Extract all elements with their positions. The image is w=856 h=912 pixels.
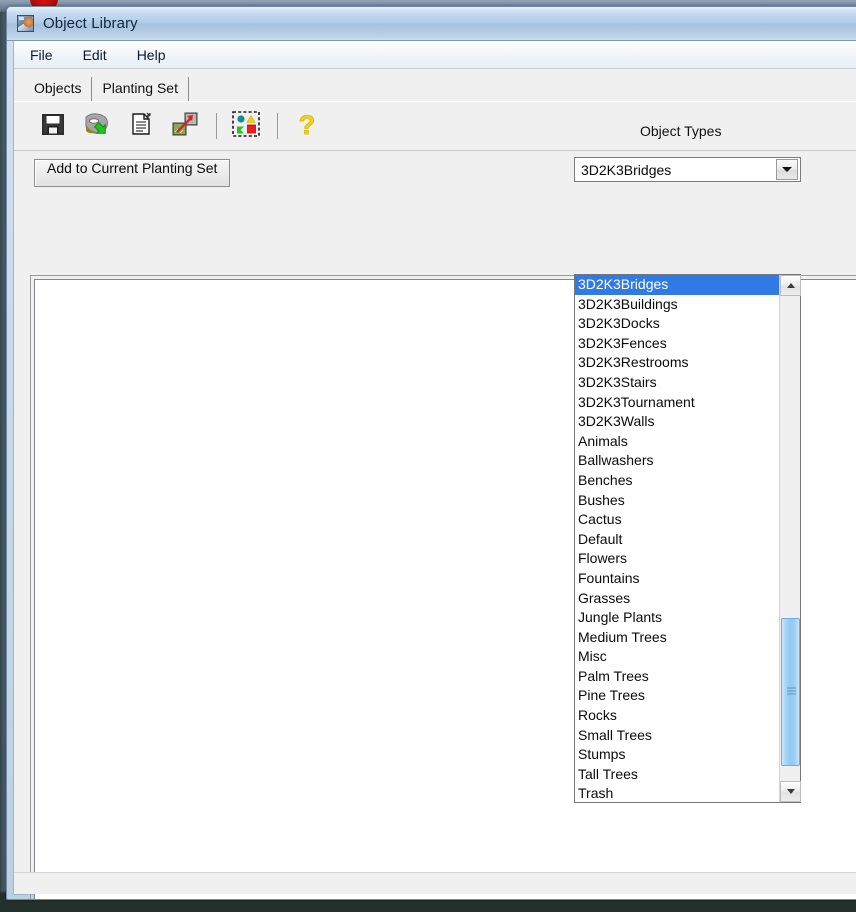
object-types-combobox[interactable]: 3D2K3Bridges: [574, 157, 801, 182]
scrollbar-up-button[interactable]: [780, 275, 801, 296]
dropdown-item[interactable]: Animals: [575, 432, 779, 452]
window-titlebar[interactable]: Object Library: [7, 7, 856, 41]
toolbar-objects-button[interactable]: [229, 109, 263, 143]
dropdown-item[interactable]: Tall Trees: [575, 765, 779, 785]
dropdown-item[interactable]: Pine Trees: [575, 686, 779, 706]
object-types-dropdown-list[interactable]: 3D2K3Bridges3D2K3Buildings3D2K3Docks3D2K…: [574, 274, 801, 803]
dropdown-item[interactable]: Small Trees: [575, 726, 779, 746]
dropdown-item[interactable]: Default: [575, 530, 779, 550]
scrollbar-down-button[interactable]: [780, 781, 801, 802]
dropdown-item[interactable]: 3D2K3Docks: [575, 314, 779, 334]
object-types-label: Object Types: [640, 123, 721, 139]
menu-item-file[interactable]: File: [26, 44, 65, 66]
dropdown-item[interactable]: Fountains: [575, 569, 779, 589]
dropdown-item[interactable]: 3D2K3Bridges: [575, 275, 779, 295]
tabstrip: Objects Planting Set: [24, 75, 856, 101]
dropdown-item[interactable]: Trash: [575, 784, 779, 802]
scrollbar-thumb[interactable]: [781, 618, 800, 766]
combobox-dropdown-button[interactable]: [776, 159, 798, 180]
toolbar-export-button[interactable]: [168, 109, 202, 143]
toolbar-new-button[interactable]: [124, 109, 158, 143]
window-client-area: File Edit Help Objects Planting Set: [13, 41, 856, 895]
scroll-down-arrow-icon: [787, 789, 795, 794]
help-question-icon: ?: [294, 110, 320, 143]
toolbar-open-button[interactable]: [80, 109, 114, 143]
object-types-combobox-value: 3D2K3Bridges: [575, 162, 776, 178]
export-image-icon: [171, 111, 199, 142]
dropdown-item[interactable]: 3D2K3Tournament: [575, 393, 779, 413]
controls-row: Object Types Add to Current Planting Set…: [14, 151, 856, 201]
dropdown-scrollbar[interactable]: [779, 275, 800, 802]
save-floppy-icon: [40, 111, 66, 142]
object-library-window: Object Library File Edit Help Objects Pl…: [6, 6, 856, 900]
scroll-up-arrow-icon: [787, 283, 795, 288]
add-to-current-planting-set-button[interactable]: Add to Current Planting Set: [34, 159, 230, 187]
chevron-down-icon: [782, 167, 792, 172]
toolbar: ?: [14, 101, 856, 151]
open-terrain-icon: [83, 111, 111, 142]
tab-objects[interactable]: Objects: [24, 77, 92, 101]
dropdown-item[interactable]: Medium Trees: [575, 628, 779, 648]
select-shapes-icon: [231, 110, 261, 143]
menubar: File Edit Help: [14, 41, 856, 69]
dropdown-item[interactable]: Palm Trees: [575, 667, 779, 687]
scrollbar-grip-icon: [787, 688, 796, 697]
dropdown-item[interactable]: Misc: [575, 647, 779, 667]
new-document-icon: [128, 111, 154, 142]
dropdown-item[interactable]: Benches: [575, 471, 779, 491]
dropdown-item[interactable]: Stumps: [575, 745, 779, 765]
toolbar-help-button[interactable]: ?: [290, 109, 324, 143]
dropdown-item[interactable]: Ballwashers: [575, 451, 779, 471]
dropdown-item[interactable]: 3D2K3Stairs: [575, 373, 779, 393]
dropdown-item[interactable]: 3D2K3Restrooms: [575, 353, 779, 373]
tab-planting-set[interactable]: Planting Set: [92, 77, 189, 101]
menu-item-help[interactable]: Help: [133, 44, 178, 66]
toolbar-separator-1: [216, 113, 217, 139]
svg-text:?: ?: [299, 110, 316, 138]
dropdown-item[interactable]: Cactus: [575, 510, 779, 530]
dropdown-item[interactable]: 3D2K3Walls: [575, 412, 779, 432]
dropdown-item[interactable]: 3D2K3Fences: [575, 334, 779, 354]
dropdown-item[interactable]: Rocks: [575, 706, 779, 726]
toolbar-separator-2: [277, 113, 278, 139]
toolbar-save-button[interactable]: [36, 109, 70, 143]
dropdown-item[interactable]: Grasses: [575, 589, 779, 609]
app-icon: [17, 15, 34, 32]
dropdown-item[interactable]: Bushes: [575, 491, 779, 511]
menu-item-edit[interactable]: Edit: [79, 44, 119, 66]
window-status-strip: [14, 872, 856, 894]
dropdown-item[interactable]: 3D2K3Buildings: [575, 295, 779, 315]
dropdown-item[interactable]: Flowers: [575, 549, 779, 569]
dropdown-item[interactable]: Jungle Plants: [575, 608, 779, 628]
dropdown-items-container: 3D2K3Bridges3D2K3Buildings3D2K3Docks3D2K…: [575, 275, 779, 802]
window-title: Object Library: [43, 15, 138, 32]
